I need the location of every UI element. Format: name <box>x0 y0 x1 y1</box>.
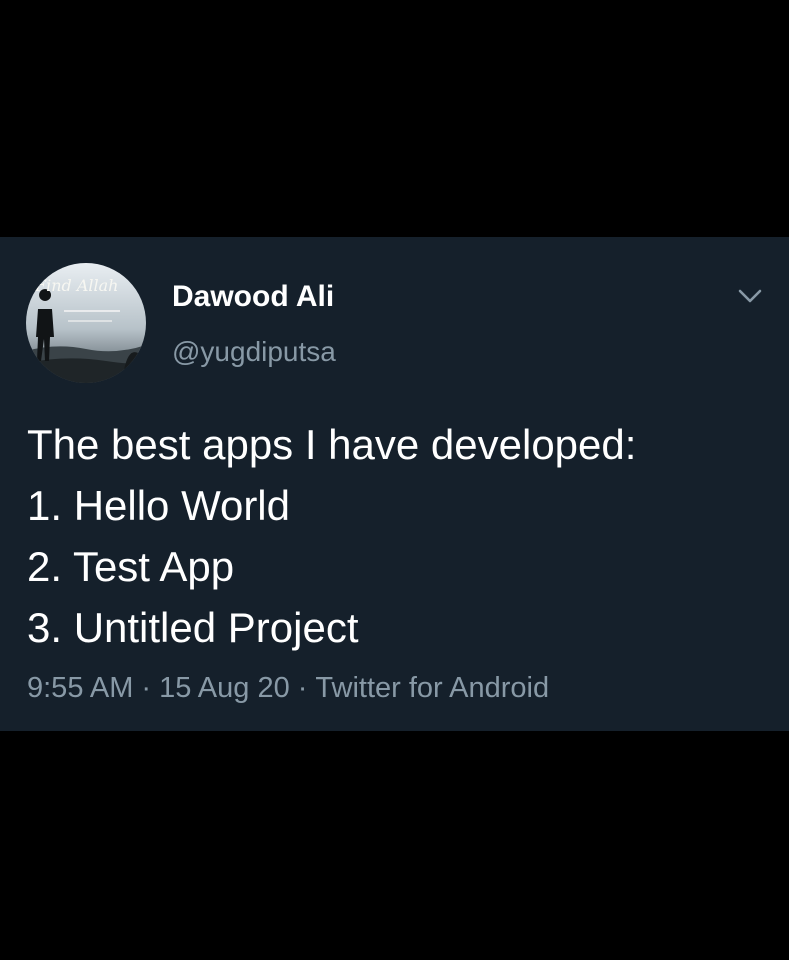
screenshot-page: Find Allah Dawood Ali @yugdiputsa The be… <box>0 0 789 960</box>
avatar[interactable]: Find Allah <box>26 263 146 383</box>
tweet-text-line: The best apps I have developed: <box>27 421 637 468</box>
tweet-text-line: 2. Test App <box>27 543 235 590</box>
tweet-date[interactable]: 15 Aug 20 <box>159 672 290 704</box>
tweet-time[interactable]: 9:55 AM <box>27 672 133 704</box>
tweet-meta: 9:55 AM · 15 Aug 20 · Twitter for Android <box>27 668 549 708</box>
chevron-down-icon[interactable] <box>734 280 766 312</box>
meta-separator: · <box>141 672 152 704</box>
avatar-image: Find Allah <box>26 263 146 383</box>
tweet-text-line: 3. Untitled Project <box>27 604 359 651</box>
author-display-name[interactable]: Dawood Ali <box>172 279 334 315</box>
author-handle[interactable]: @yugdiputsa <box>172 335 336 369</box>
tweet-source-link[interactable]: Twitter for Android <box>315 672 549 704</box>
avatar-lettering: Find Allah <box>34 276 118 295</box>
tweet-text: The best apps I have developed: 1. Hello… <box>27 414 767 658</box>
tweet-text-line: 1. Hello World <box>27 482 290 529</box>
meta-separator: · <box>297 672 308 704</box>
